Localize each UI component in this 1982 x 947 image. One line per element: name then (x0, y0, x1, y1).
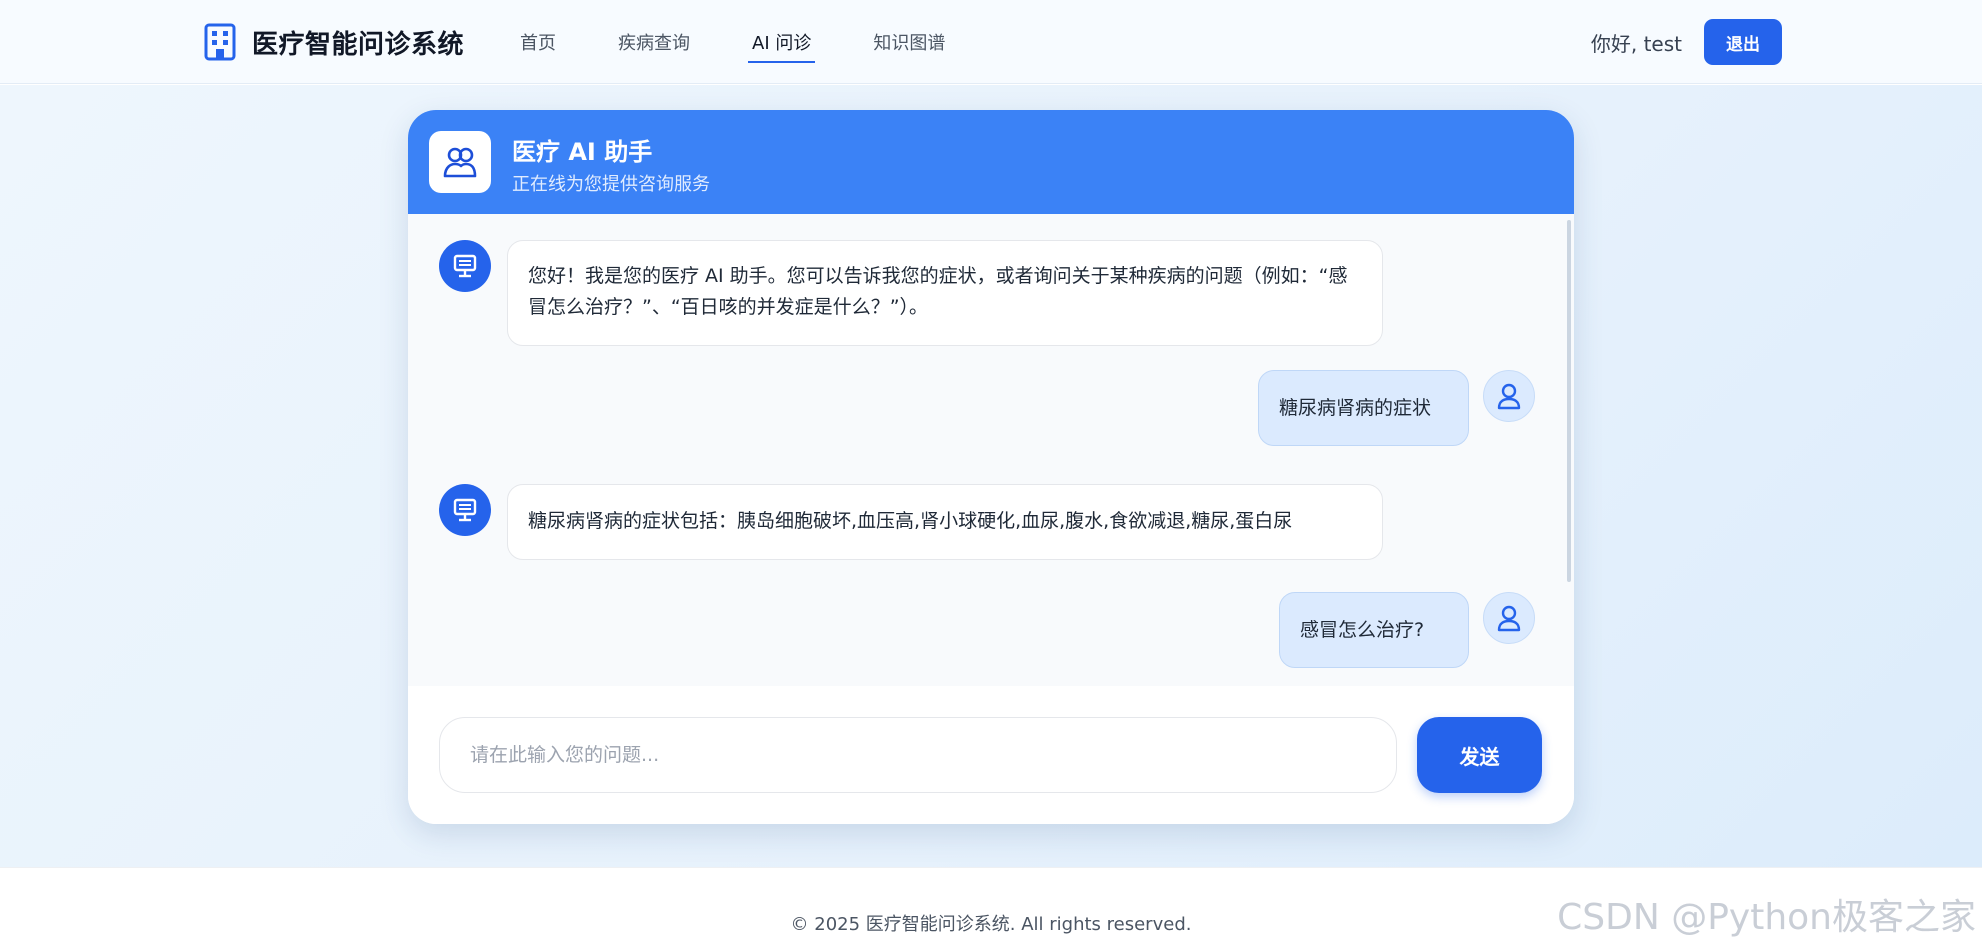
bot-avatar (439, 240, 491, 292)
nav-disease-search[interactable]: 疾病查询 (614, 23, 694, 61)
user-icon (1497, 383, 1521, 410)
footer: © 2025 医疗智能问诊系统. All rights reserved. CS… (0, 867, 1982, 947)
user-avatar (1483, 370, 1535, 422)
user-greeting: 你好, test (1590, 32, 1682, 56)
assistant-status: 正在线为您提供咨询服务 (512, 174, 710, 195)
hospital-building-icon (204, 23, 236, 61)
assistant-message: 糖尿病肾病的症状包括：胰岛细胞破坏,血压高,肾小球硬化,血尿,腹水,食欲减退,糖… (507, 484, 1383, 560)
nav-ai-consult[interactable]: AI 问诊 (748, 23, 816, 63)
input-area: 发送 (408, 686, 1574, 824)
message-scrollbar[interactable] (1567, 220, 1571, 582)
user-message: 糖尿病肾病的症状 (1258, 370, 1469, 446)
assistant-message: 您好！我是您的医疗 AI 助手。您可以告诉我您的症状，或者询问关于某种疾病的问题… (507, 240, 1383, 346)
monitor-icon (453, 254, 477, 278)
bot-avatar (439, 484, 491, 536)
question-input[interactable] (439, 717, 1397, 793)
assistant-name: 医疗 AI 助手 (512, 138, 653, 166)
user-icon (1497, 605, 1521, 632)
brand-title: 医疗智能问诊系统 (252, 29, 465, 60)
chat-header: 医疗 AI 助手 正在线为您提供咨询服务 (408, 110, 1574, 214)
top-navbar: 医疗智能问诊系统 首页 疾病查询 AI 问诊 知识图谱 你好, test 退出 (0, 0, 1982, 84)
assistant-avatar (429, 131, 491, 193)
logout-button[interactable]: 退出 (1704, 19, 1782, 65)
monitor-icon (453, 498, 477, 522)
users-icon (443, 147, 477, 178)
user-avatar (1483, 592, 1535, 644)
send-button[interactable]: 发送 (1417, 717, 1542, 793)
watermark-text: CSDN @Python极客之家 (1557, 897, 1976, 938)
nav-home[interactable]: 首页 (516, 23, 560, 61)
message-list[interactable]: 您好！我是您的医疗 AI 助手。您可以告诉我您的症状，或者询问关于某种疾病的问题… (408, 214, 1574, 686)
main-nav: 首页 疾病查询 AI 问诊 知识图谱 (516, 0, 1003, 84)
nav-knowledge-graph[interactable]: 知识图谱 (869, 23, 949, 61)
chat-panel: 医疗 AI 助手 正在线为您提供咨询服务 您好！我是您的医疗 AI 助手。您可以… (408, 110, 1574, 824)
brand[interactable]: 医疗智能问诊系统 (202, 20, 464, 64)
user-message: 感冒怎么治疗? (1279, 592, 1469, 668)
